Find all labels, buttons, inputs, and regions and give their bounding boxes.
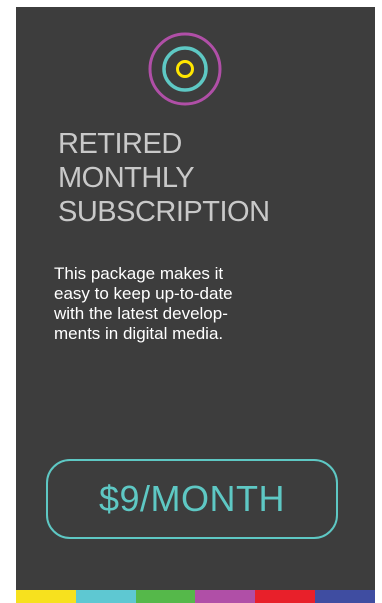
plan-title-line: MONTHLY [58,162,195,194]
stripe-green [135,590,196,603]
price-button[interactable]: $9/MONTH [46,459,338,539]
subscription-card: RETIRED MONTHLY SUBSCRIPTION This packag… [16,7,375,590]
stripe-red [255,590,316,603]
plan-title: RETIRED MONTHLY SUBSCRIPTION [58,127,358,229]
plan-description-line: with the latest develop- [54,304,228,323]
logo-outer-ring [148,32,222,106]
logo-middle-ring [162,46,208,92]
plan-description-line: ments in digital media. [54,324,224,343]
plan-title-line: SUBSCRIPTION [58,196,270,228]
stripe-blue [315,590,375,603]
stripe-yellow [16,590,76,603]
plan-title-line: RETIRED [58,128,182,160]
plan-description: This package makes it easy to keep up-to… [54,264,324,344]
plan-description-line: This package makes it [54,264,224,283]
logo-inner-ring [176,60,194,78]
plan-description-line: easy to keep up-to-date [54,284,233,303]
stripe-purple [195,590,256,603]
price-label: $9/MONTH [98,478,286,519]
color-stripe-bar [16,590,375,603]
stripe-cyan [75,590,136,603]
target-rings-icon [148,32,222,106]
